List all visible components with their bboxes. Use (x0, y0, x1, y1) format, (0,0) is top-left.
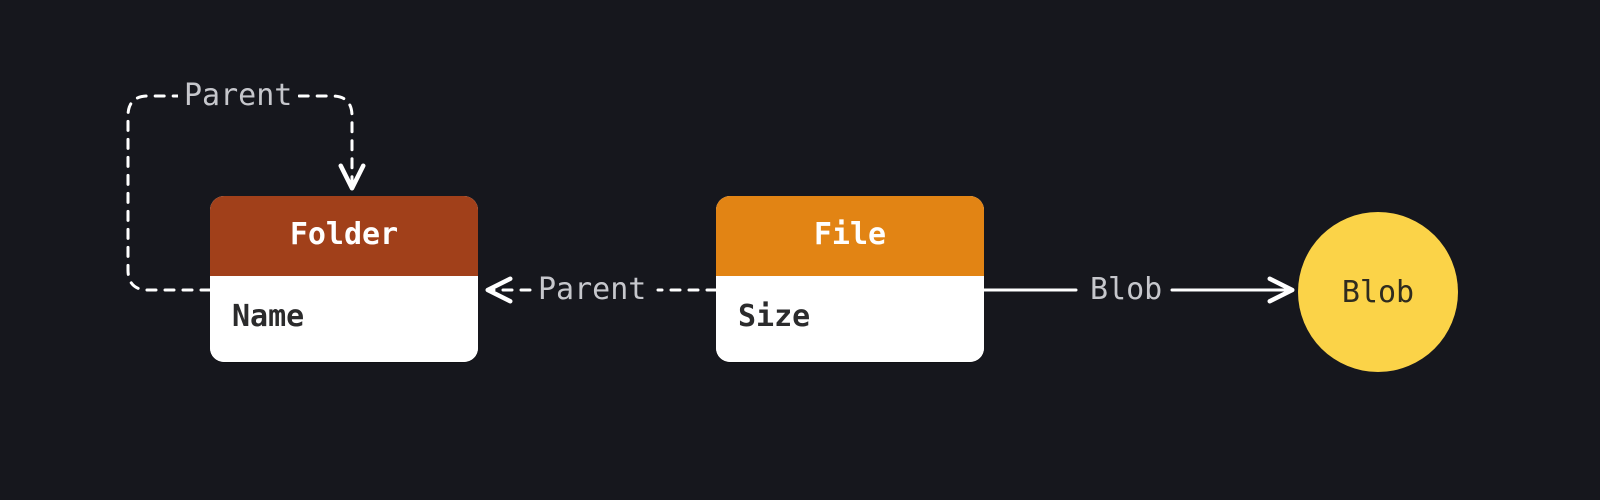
edge-label-folder-self-parent: Parent (178, 78, 298, 113)
entity-folder-attribute: Name (210, 276, 478, 362)
edge-label-file-parent: Parent (532, 272, 652, 307)
entity-folder: Folder Name (210, 196, 478, 362)
entity-file-title: File (716, 196, 984, 276)
entity-folder-title: Folder (210, 196, 478, 276)
entity-blob: Blob (1298, 212, 1458, 372)
entity-file: File Size (716, 196, 984, 362)
entity-file-attribute: Size (716, 276, 984, 362)
edge-label-file-blob: Blob (1084, 272, 1168, 307)
entity-blob-label: Blob (1342, 275, 1414, 310)
diagram-canvas: Folder Name File Size Blob Parent Parent… (0, 0, 1600, 500)
